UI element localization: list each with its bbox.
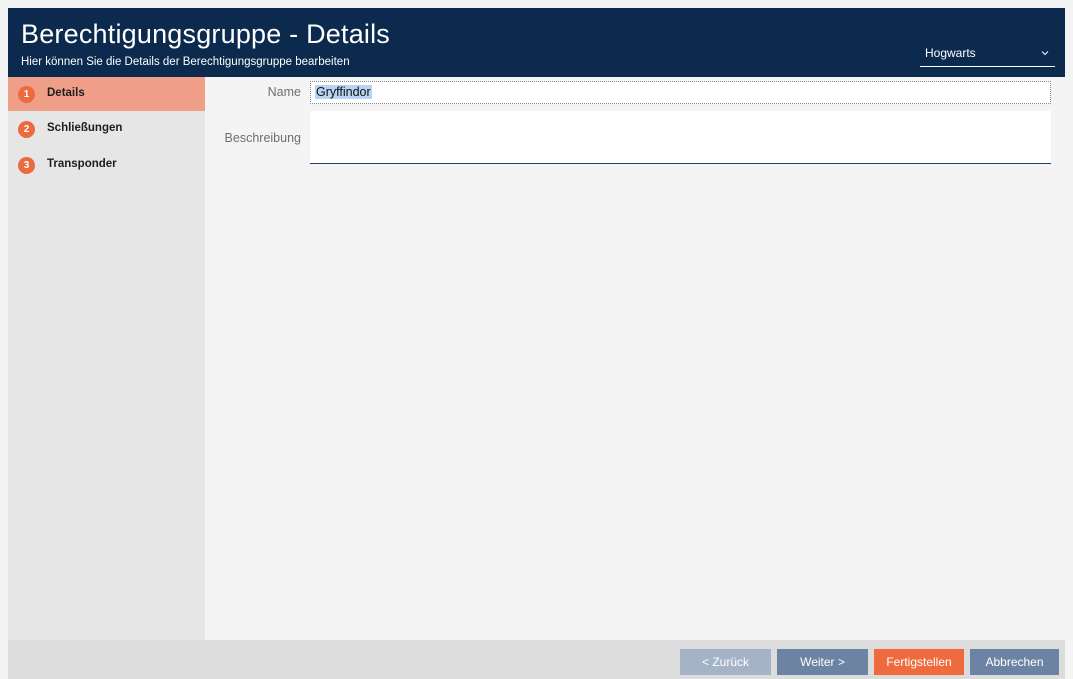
step-label: Transponder xyxy=(47,158,117,170)
name-field[interactable]: Gryffindor xyxy=(310,81,1051,104)
step-label: Schließungen xyxy=(47,122,123,134)
dialog-window: Berechtigungsgruppe - Details Hier könne… xyxy=(0,0,1073,679)
page-subtitle: Hier können Sie die Details der Berechti… xyxy=(21,56,350,68)
step-number-badge: 1 xyxy=(18,86,35,103)
step-details[interactable]: 1 Details xyxy=(8,77,213,111)
description-field-label: Beschreibung xyxy=(224,131,301,145)
description-field[interactable] xyxy=(310,111,1051,164)
step-transponder[interactable]: 3 Transponder xyxy=(8,148,205,182)
page-title: Berechtigungsgruppe - Details xyxy=(21,19,391,49)
cancel-button[interactable]: Abbrechen xyxy=(970,649,1059,675)
step-label: Details xyxy=(47,87,85,99)
project-dropdown[interactable]: Hogwarts xyxy=(920,43,1055,67)
step-number-badge: 2 xyxy=(18,121,35,138)
dialog-header: Berechtigungsgruppe - Details Hier könne… xyxy=(8,8,1065,77)
name-field-value: Gryffindor xyxy=(315,85,372,99)
project-dropdown-value: Hogwarts xyxy=(925,46,976,60)
wizard-steps-sidebar: 1 Details 2 Schließungen 3 Transponder xyxy=(8,77,213,640)
finish-button[interactable]: Fertigstellen xyxy=(874,649,964,675)
dialog-footer: < Zurück Weiter > Fertigstellen Abbreche… xyxy=(8,640,1065,679)
details-form: Name Gryffindor Beschreibung xyxy=(205,77,1065,640)
step-schliessungen[interactable]: 2 Schließungen xyxy=(8,112,205,146)
chevron-down-icon xyxy=(1041,51,1049,56)
back-button[interactable]: < Zurück xyxy=(680,649,771,675)
name-field-label: Name xyxy=(267,85,301,99)
step-number-badge: 3 xyxy=(18,157,35,174)
next-button[interactable]: Weiter > xyxy=(777,649,868,675)
